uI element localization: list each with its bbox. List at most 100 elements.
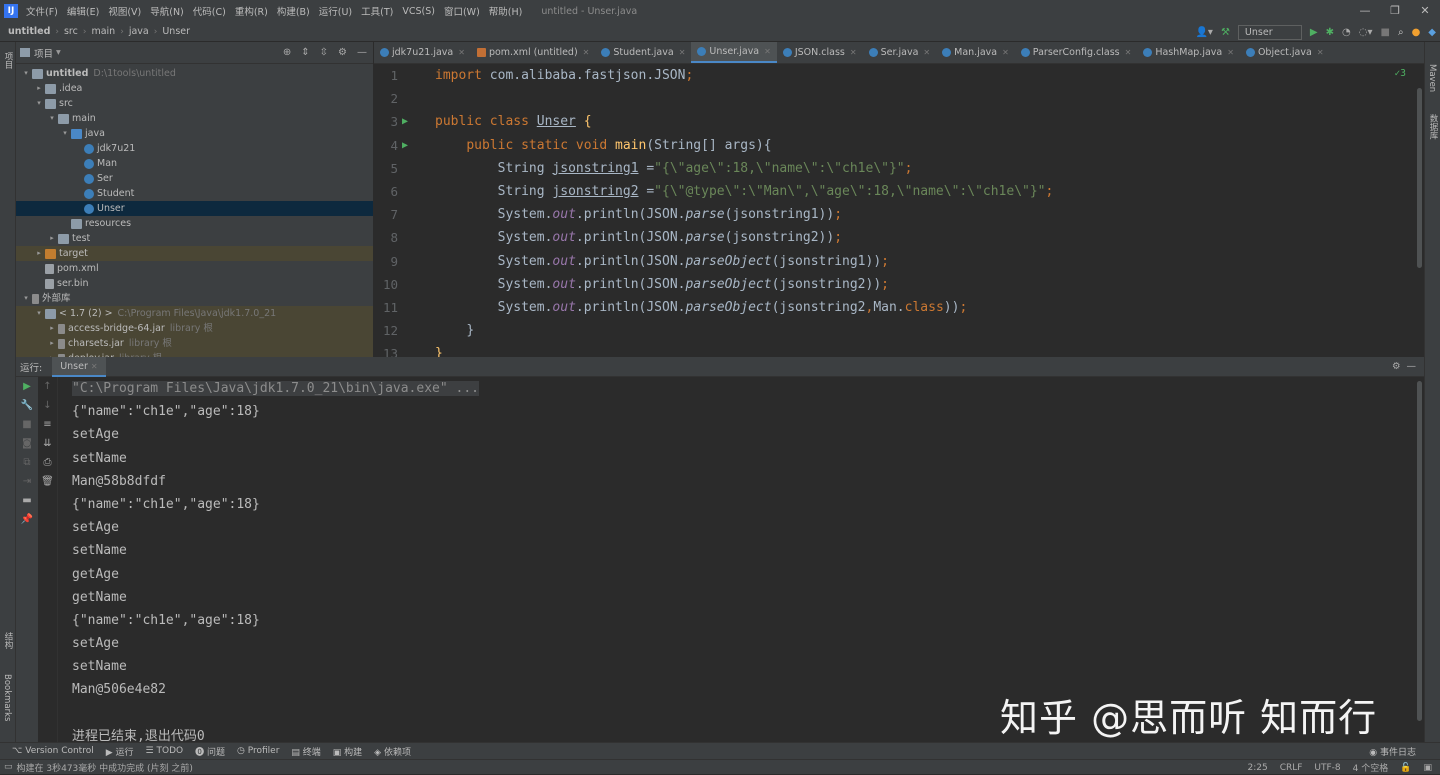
menu-item[interactable]: 帮助(H): [489, 4, 523, 18]
gutter-run-icon[interactable]: ▶: [402, 134, 408, 157]
indent-setting[interactable]: 4 个空格: [1353, 761, 1389, 774]
line-separator[interactable]: CRLF: [1280, 763, 1303, 773]
tree-item[interactable]: Student: [16, 186, 373, 201]
editor-tab[interactable]: ParserConfig.class ✕: [1015, 42, 1138, 63]
close-icon[interactable]: ✕: [1002, 48, 1009, 57]
tree-expand-icon[interactable]: ▸: [33, 81, 45, 96]
close-icon[interactable]: ✕: [764, 47, 771, 56]
profile-icon[interactable]: ◌▾: [1359, 27, 1373, 38]
tree-item[interactable]: ▾ < 1.7 (2) > C:\Program Files\Java\jdk1.7…: [16, 306, 373, 321]
menu-item[interactable]: 视图(V): [108, 4, 141, 18]
editor-tab[interactable]: HashMap.java ✕: [1137, 42, 1240, 63]
tree-item[interactable]: Man: [16, 156, 373, 171]
bottom-tab[interactable]: ☰ TODO: [146, 746, 184, 756]
bottom-tab[interactable]: ▣ 构建: [333, 745, 362, 758]
arrow-down-icon[interactable]: ↓: [38, 396, 57, 415]
breadcrumb-item[interactable]: main: [91, 26, 115, 37]
hide-icon[interactable]: —: [357, 47, 367, 58]
build-hammer-icon[interactable]: ⚒: [1221, 27, 1230, 38]
tree-item[interactable]: jdk7u21: [16, 141, 373, 156]
close-icon[interactable]: ✕: [923, 48, 930, 57]
editor-tab[interactable]: JSON.class ✕: [777, 42, 863, 63]
trash-icon[interactable]: 🗑: [38, 472, 57, 491]
event-log-button[interactable]: ◉ 事件日志: [1369, 745, 1416, 758]
tree-item[interactable]: ▸ .idea: [16, 81, 373, 96]
tree-expand-icon[interactable]: ▸: [46, 321, 58, 336]
tree-expand-icon[interactable]: ▾: [59, 126, 71, 141]
caret-position[interactable]: 2:25: [1247, 763, 1267, 773]
bottom-tab[interactable]: ⌥ Version Control: [12, 746, 94, 756]
menu-item[interactable]: 构建(B): [277, 4, 310, 18]
editor-tab[interactable]: jdk7u21.java ✕: [374, 42, 471, 63]
camera-icon[interactable]: ◙: [16, 434, 38, 453]
chevron-down-icon[interactable]: ▾: [56, 47, 61, 58]
restore-layout-icon[interactable]: ⧉: [16, 453, 38, 472]
tree-item[interactable]: ▸ test: [16, 231, 373, 246]
run-tab-unser[interactable]: Unser ✕: [52, 356, 106, 377]
maven-tool-label[interactable]: Maven: [1427, 64, 1437, 92]
tree-item[interactable]: ▾ src: [16, 96, 373, 111]
structure-tool-label[interactable]: 结构: [2, 632, 14, 649]
print-icon[interactable]: ⎙: [38, 453, 57, 472]
tree-expand-icon[interactable]: ▾: [46, 111, 58, 126]
tree-item[interactable]: ▾ 外部库: [16, 291, 373, 306]
user-icon[interactable]: 👤▾: [1195, 27, 1212, 38]
layout-icon[interactable]: ▬: [16, 491, 38, 510]
console-scrollbar[interactable]: [1417, 381, 1422, 721]
gear-icon[interactable]: ⚙: [338, 47, 347, 58]
collapse-all-icon[interactable]: ⇳: [320, 47, 328, 58]
editor-tab[interactable]: Student.java ✕: [595, 42, 691, 63]
maximize-icon[interactable]: ❐: [1380, 0, 1410, 22]
minimize-icon[interactable]: —: [1350, 0, 1380, 22]
stop-icon[interactable]: ■: [16, 415, 38, 434]
tree-item[interactable]: ser.bin: [16, 276, 373, 291]
run-config-select[interactable]: Unser: [1237, 24, 1302, 40]
gear-icon[interactable]: ⚙: [1392, 361, 1401, 372]
editor-tab[interactable]: Unser.java ✕: [691, 42, 777, 63]
close-icon[interactable]: ✕: [458, 48, 465, 57]
breadcrumb-item[interactable]: Unser: [162, 26, 190, 37]
close-icon[interactable]: ✕: [91, 362, 98, 371]
wrench-icon[interactable]: 🔧: [16, 396, 38, 415]
menu-item[interactable]: 重构(R): [235, 4, 268, 18]
editor-tab[interactable]: Ser.java ✕: [863, 42, 937, 63]
code-editor[interactable]: ✓3 1 import com.alibaba.fastjson.JSON; 2 3 ▶…: [374, 64, 1424, 357]
bottom-tab[interactable]: ◷ Profiler: [237, 746, 279, 756]
bottom-tab[interactable]: ▤ 终端: [291, 745, 320, 758]
update-icon[interactable]: ●: [1412, 27, 1421, 38]
tree-expand-icon[interactable]: ▸: [46, 231, 58, 246]
run-icon[interactable]: ▶: [1310, 27, 1318, 38]
menu-item[interactable]: 导航(N): [150, 4, 184, 18]
tree-expand-icon[interactable]: ▾: [20, 66, 32, 81]
close-icon[interactable]: ✕: [1317, 48, 1324, 57]
lock-icon[interactable]: 🔓: [1400, 763, 1411, 773]
close-icon[interactable]: ✕: [1410, 0, 1440, 22]
soft-wrap-icon[interactable]: ≡: [38, 415, 57, 434]
gutter-run-icon[interactable]: ▶: [402, 110, 408, 133]
arrow-up-icon[interactable]: ↑: [38, 377, 57, 396]
tree-item[interactable]: ▸ target: [16, 246, 373, 261]
bottom-tab[interactable]: ◈ 依赖项: [374, 745, 411, 758]
stop-icon[interactable]: ■: [1381, 27, 1390, 38]
expand-all-icon[interactable]: ⇕: [301, 47, 309, 58]
close-icon[interactable]: ✕: [850, 48, 857, 57]
breadcrumb-item[interactable]: java: [129, 26, 149, 37]
tree-expand-icon[interactable]: ▸: [33, 246, 45, 261]
tree-expand-icon[interactable]: ▸: [46, 336, 58, 351]
project-view-select[interactable]: 项目: [34, 46, 53, 60]
menu-item[interactable]: 代码(C): [193, 4, 226, 18]
tree-item[interactable]: ▾ main: [16, 111, 373, 126]
rerun-icon[interactable]: ▶: [16, 377, 38, 396]
close-icon[interactable]: ✕: [1227, 48, 1234, 57]
tree-item[interactable]: Ser: [16, 171, 373, 186]
close-icon[interactable]: ✕: [583, 48, 590, 57]
memory-icon[interactable]: ▣: [1423, 763, 1432, 773]
tree-expand-icon[interactable]: ▾: [33, 96, 45, 111]
breadcrumb-item[interactable]: src: [64, 26, 78, 37]
close-icon[interactable]: ✕: [1125, 48, 1132, 57]
tree-item[interactable]: resources: [16, 216, 373, 231]
bookmarks-tool-label[interactable]: Bookmarks: [2, 674, 12, 722]
exit-icon[interactable]: ⇥: [16, 472, 38, 491]
menu-item[interactable]: 文件(F): [26, 4, 58, 18]
tree-item[interactable]: ▾ untitled D:\1tools\untitled: [16, 66, 373, 81]
